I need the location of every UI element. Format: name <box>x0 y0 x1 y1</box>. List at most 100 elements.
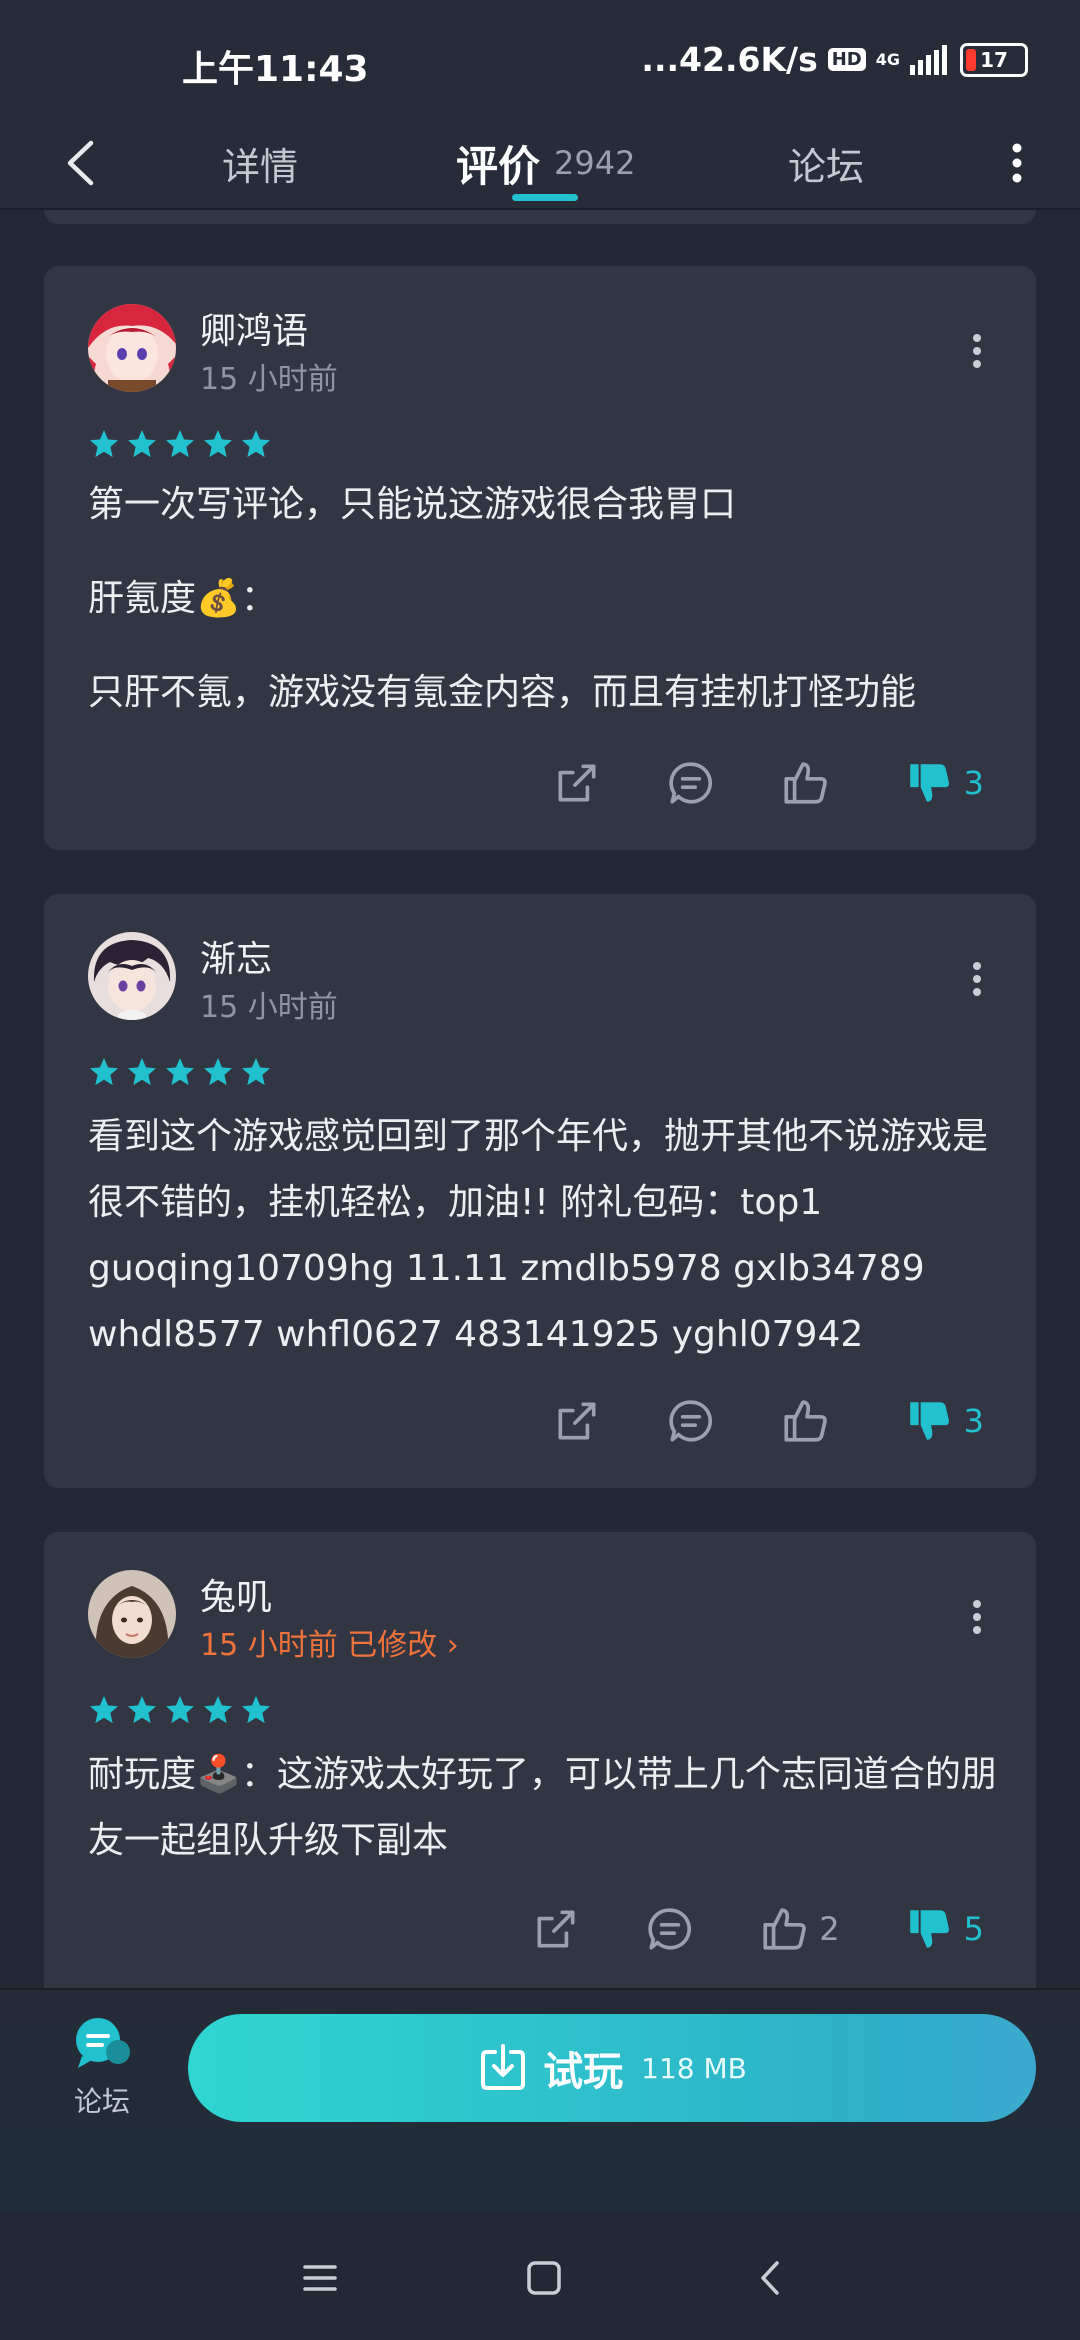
tab-detail[interactable]: 详情 <box>222 120 298 206</box>
rating-stars <box>88 428 272 460</box>
dislike-button[interactable]: 3 <box>904 1396 984 1446</box>
like-button[interactable]: 2 <box>759 1904 840 1954</box>
star-icon <box>242 1058 270 1086</box>
star-icon <box>166 1058 194 1086</box>
like-button[interactable] <box>780 758 840 808</box>
like-count: 2 <box>819 1910 840 1948</box>
system-nav-bar <box>0 2212 1080 2340</box>
review-count: 2942 <box>554 144 636 182</box>
star-icon <box>204 430 232 458</box>
review-card: 渐忘 15 小时前 看到这个游戏感觉回到了那个年代，抛开其他不说游戏是很不错的，… <box>44 894 1036 1488</box>
avatar[interactable] <box>88 304 176 392</box>
top-nav: 详情 评价 2942 论坛 <box>0 120 1080 210</box>
share-button[interactable] <box>552 758 602 808</box>
review-actions: 3 <box>488 758 984 808</box>
system-back-button[interactable] <box>740 2248 800 2308</box>
star-icon <box>242 430 270 458</box>
review-author[interactable]: 兔叽 <box>200 1568 272 1620</box>
trial-download-button[interactable]: 试玩 118 MB <box>188 2014 1036 2122</box>
star-icon <box>166 1696 194 1724</box>
comment-button[interactable] <box>666 1396 716 1446</box>
back-arrow-icon <box>67 140 94 186</box>
review-more-button[interactable] <box>962 1592 992 1642</box>
share-icon <box>537 1910 575 1948</box>
share-icon <box>558 1402 596 1440</box>
more-options-button[interactable] <box>994 130 1040 196</box>
menu-button[interactable] <box>290 2248 350 2308</box>
star-icon <box>128 1058 156 1086</box>
trial-size: 118 MB <box>641 2051 747 2085</box>
review-time-edited[interactable]: 15 小时前 已修改 › <box>200 1620 459 1664</box>
review-actions: 2 5 <box>467 1904 984 1954</box>
active-tab-indicator <box>512 194 578 201</box>
hd-icon: HD <box>827 48 866 71</box>
review-more-button[interactable] <box>962 954 992 1004</box>
home-button[interactable] <box>514 2248 574 2308</box>
forum-label: 论坛 <box>73 2085 130 2118</box>
status-time: 上午11:43 <box>182 49 369 90</box>
star-icon <box>90 1058 118 1086</box>
comment-icon <box>668 1400 712 1442</box>
comment-button[interactable] <box>645 1904 695 1954</box>
status-bar: 上午11:43 ...42.6K/s HD 4G 17 <box>0 0 1080 120</box>
rating-stars <box>88 1694 272 1726</box>
avatar[interactable] <box>88 1570 176 1658</box>
review-time: 15 小时前 <box>200 990 338 1025</box>
avatar[interactable] <box>88 932 176 1020</box>
home-square-icon <box>527 2261 561 2295</box>
thumbs-up-icon <box>784 1400 827 1442</box>
back-button[interactable] <box>50 128 110 198</box>
download-icon <box>481 2044 526 2090</box>
star-icon <box>166 430 194 458</box>
tab-forum[interactable]: 论坛 <box>788 120 864 206</box>
thumbs-down-icon <box>909 1402 949 1440</box>
forum-chat-icon <box>76 2018 130 2068</box>
tab-review-label: 评价 <box>456 141 541 191</box>
review-card: 卿鸿语 15 小时前 第一次写评论，只能说这游戏很合我胃口 肝氪度💰： 只肝不氪… <box>44 266 1036 850</box>
review-text: 耐玩度🕹️：这游戏太好玩了，可以带上几个志同道合的朋友一起组队升级下副本 <box>88 1754 997 1861</box>
menu-icon <box>303 2265 337 2291</box>
star-icon <box>90 1696 118 1724</box>
star-icon <box>204 1696 232 1724</box>
star-icon <box>90 430 118 458</box>
star-icon <box>128 430 156 458</box>
status-indicators: ...42.6K/s HD 4G 17 <box>641 40 1028 79</box>
star-icon <box>128 1696 156 1724</box>
review-author[interactable]: 卿鸿语 <box>200 302 308 354</box>
share-icon <box>558 764 596 802</box>
review-card: 兔叽 15 小时前 已修改 › 耐玩度🕹️：这游戏太好玩了，可以带上几个志同道合… <box>44 1532 1036 1988</box>
share-button[interactable] <box>552 1396 602 1446</box>
forum-button[interactable]: 论坛 <box>60 2016 144 2120</box>
vertical-dots-icon <box>973 334 981 368</box>
review-time: 15 小时前 <box>200 362 338 397</box>
rating-stars <box>88 1056 272 1088</box>
review-author[interactable]: 渐忘 <box>200 930 272 982</box>
comment-icon <box>648 1908 692 1950</box>
tab-detail-label: 详情 <box>222 144 299 189</box>
star-icon <box>242 1696 270 1724</box>
review-actions: 3 <box>488 1396 984 1446</box>
dislike-count: 5 <box>963 1910 984 1948</box>
tab-forum-label: 论坛 <box>788 144 865 189</box>
signal-icon <box>910 44 947 75</box>
thumbs-up-icon <box>784 762 827 804</box>
dislike-count: 3 <box>963 764 984 802</box>
review-text-line: 肝氪度💰： <box>88 578 277 619</box>
like-button[interactable] <box>780 1396 840 1446</box>
previous-card-edge <box>44 210 1036 224</box>
review-more-button[interactable] <box>962 326 992 376</box>
bottom-action-bar: 论坛 试玩 118 MB <box>0 1988 1080 2214</box>
star-icon <box>204 1058 232 1086</box>
dislike-button[interactable]: 3 <box>904 758 984 808</box>
review-text-line: 第一次写评论，只能说这游戏很合我胃口 <box>88 484 737 525</box>
comment-button[interactable] <box>666 758 716 808</box>
trial-label: 试玩 <box>543 2049 624 2095</box>
vertical-dots-icon <box>973 962 981 996</box>
dislike-count: 3 <box>963 1402 984 1440</box>
comment-icon <box>668 762 712 804</box>
battery-icon: 17 <box>960 42 1028 77</box>
network-speed: ...42.6K/s <box>641 40 818 79</box>
dislike-button[interactable]: 5 <box>904 1904 984 1954</box>
back-chevron-icon <box>761 2261 779 2295</box>
share-button[interactable] <box>531 1904 581 1954</box>
